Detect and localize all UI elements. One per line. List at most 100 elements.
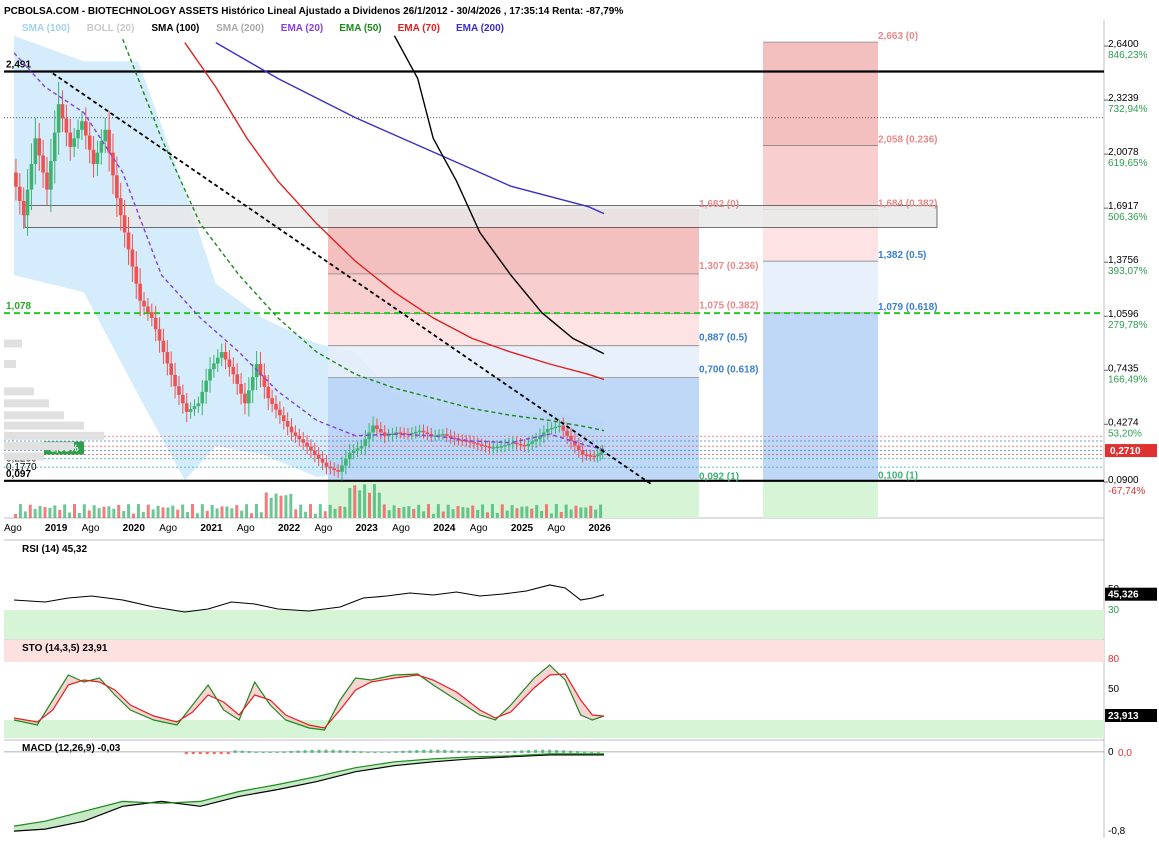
volume-bar [171, 505, 175, 518]
volume-bar [107, 506, 111, 518]
candle-body [305, 442, 309, 447]
candle-body [425, 432, 430, 435]
volume-bar [427, 504, 430, 518]
x-tick-label: 2023 [356, 523, 379, 534]
candle-body [115, 175, 119, 199]
volume-bar [417, 504, 421, 518]
candle-body [173, 374, 177, 387]
volume-bar [372, 484, 376, 518]
macd-histogram-bar [366, 751, 370, 753]
y-tick-price: 1,6917 [1108, 201, 1139, 212]
fib-right-label: 2,663 (0) [878, 31, 918, 42]
volume-bar [313, 513, 317, 518]
volume-bar [500, 504, 504, 518]
volume-bar [28, 504, 32, 518]
candle-body [266, 386, 271, 399]
volume-bar [156, 505, 160, 518]
candle-body [126, 232, 131, 250]
macd-histogram-bar [303, 750, 307, 753]
volume-bar [368, 492, 371, 518]
macd-histogram-bar [352, 750, 356, 753]
volume-bar [18, 504, 22, 518]
candle-body [262, 375, 267, 387]
candle-body [281, 415, 286, 422]
y-tick-percent: 279,78% [1108, 320, 1148, 331]
volume-bar [540, 510, 544, 518]
fib-left-zone-2 [328, 313, 699, 346]
macd-histogram-bar [478, 751, 482, 753]
candle-body [375, 425, 379, 429]
volume-profile-bar [4, 421, 84, 430]
candle-body [344, 459, 348, 466]
macd-histogram-bar [240, 750, 244, 753]
macd-histogram-bar [597, 751, 601, 753]
volume-bar [58, 510, 62, 518]
volume-bar [254, 504, 258, 518]
volume-bar [14, 514, 17, 518]
volume-bar [245, 504, 249, 518]
candle-body [390, 433, 395, 436]
volume-bar [215, 508, 219, 518]
macd-histogram-bar [513, 750, 517, 753]
x-tick-label: Ago [82, 523, 100, 534]
volume-bar [48, 507, 52, 518]
candle-body [444, 434, 449, 436]
candle-body [212, 363, 216, 370]
indicator-legend-item: EMA (20) [281, 23, 323, 34]
volume-bar [436, 504, 440, 518]
macd-histogram-bar [583, 751, 587, 753]
candle-body [153, 317, 158, 330]
volume-bar [68, 512, 72, 518]
candle-body [157, 329, 162, 341]
macd-histogram-bar [408, 750, 412, 753]
candle-body [379, 428, 383, 433]
candle-body [60, 104, 65, 119]
fib-right-zone-bottom [763, 480, 878, 518]
x-tick-label: 2021 [200, 523, 223, 534]
volume-bar [146, 504, 150, 518]
macd-histogram-bar [485, 751, 489, 753]
macd-histogram-bar [401, 750, 405, 753]
candle-body [99, 141, 104, 153]
candle-body [169, 363, 174, 375]
x-tick-label: Ago [470, 523, 488, 534]
volume-bar [132, 513, 135, 518]
volume-bar [530, 508, 534, 518]
macd-histogram-bar [450, 750, 454, 753]
volume-bar [102, 506, 106, 518]
macd-histogram-bar [394, 751, 398, 753]
candle-body [441, 434, 445, 436]
y-tick-percent: 506,36% [1108, 212, 1148, 223]
macd-histogram-bar [345, 750, 349, 753]
volume-bar [181, 504, 185, 518]
volume-bar [117, 504, 121, 518]
candle-body [80, 121, 84, 130]
macd-current: 0,0 [1118, 748, 1132, 759]
volume-bar [53, 505, 57, 518]
x-tick-label: Ago [392, 523, 410, 534]
macd-histogram-bar [184, 751, 188, 755]
candle-body [188, 409, 193, 412]
fib-right-label: 0,100 (1) [878, 470, 918, 481]
volume-profile-bar [4, 387, 34, 396]
volume-bar [220, 506, 224, 518]
x-tick-label: 2024 [433, 523, 456, 534]
volume-bar [122, 511, 126, 518]
candle-body [316, 454, 321, 459]
rsi-tick-30: 30 [1108, 605, 1120, 616]
volume-bar [33, 509, 37, 518]
candle-body [231, 366, 236, 375]
candle-body [33, 138, 38, 164]
candle-body [122, 215, 127, 233]
candle-body [598, 452, 602, 455]
candle-body [507, 443, 511, 446]
macd-histogram-bar [506, 751, 510, 753]
candle-body [37, 138, 42, 156]
volume-bar [456, 505, 460, 518]
candle-body [219, 352, 224, 358]
volume-bar [264, 492, 268, 518]
volume-profile-bar [4, 442, 74, 451]
volume-bar [161, 507, 165, 518]
volume-bar [63, 504, 67, 518]
x-tick-label: 2026 [588, 523, 611, 534]
